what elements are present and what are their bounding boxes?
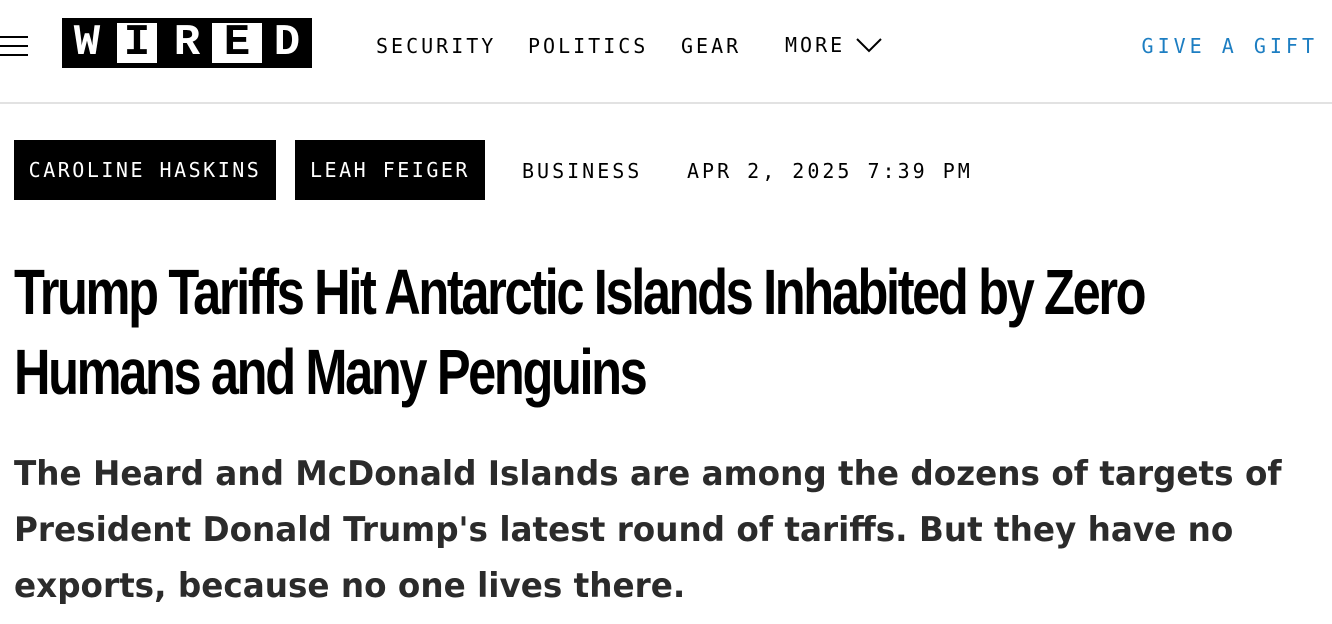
nav-politics[interactable]: POLITICS xyxy=(528,34,648,58)
author-tag-caroline-haskins[interactable]: CAROLINE HASKINS xyxy=(14,140,276,200)
dek-line-2: President Donald Trump's latest round of… xyxy=(14,510,1234,550)
section-link[interactable]: BUSINESS xyxy=(522,159,642,183)
logo-letter-w: W xyxy=(62,18,112,68)
dek-line-3: exports, because no one lives there. xyxy=(14,566,686,606)
logo-letter-d: D xyxy=(262,18,312,68)
publish-date: APR 2, 2025 7:39 PM xyxy=(687,159,973,183)
hamburger-menu-icon[interactable] xyxy=(0,34,28,58)
give-a-gift-link[interactable]: GIVE A GIFT xyxy=(1142,34,1318,58)
dek-line-1: The Heard and McDonald Islands are among… xyxy=(14,454,1282,494)
logo-letter-e: E xyxy=(212,18,262,68)
article-headline: Trump Tariffs Hit Antarctic Islands Inha… xyxy=(14,252,1147,412)
headline-line-1: Trump Tariffs Hit Antarctic Islands Inha… xyxy=(14,256,1147,328)
logo-letter-i: I xyxy=(112,18,162,68)
headline-line-2: Humans and Many Penguins xyxy=(14,336,648,408)
nav-gear[interactable]: GEAR xyxy=(681,34,741,58)
article-dek: The Heard and McDonald Islands are among… xyxy=(14,446,1282,614)
author-tag-leah-feiger[interactable]: LEAH FEIGER xyxy=(295,140,485,200)
logo-letter-r: R xyxy=(162,18,212,68)
wired-logo[interactable]: W I R E D xyxy=(62,18,312,68)
nav-security[interactable]: SECURITY xyxy=(376,34,496,58)
nav-more[interactable]: MORE xyxy=(785,33,845,57)
site-header: W I R E D SECURITY POLITICS GEAR MORE GI… xyxy=(0,0,1332,104)
chevron-down-icon[interactable] xyxy=(856,36,882,54)
